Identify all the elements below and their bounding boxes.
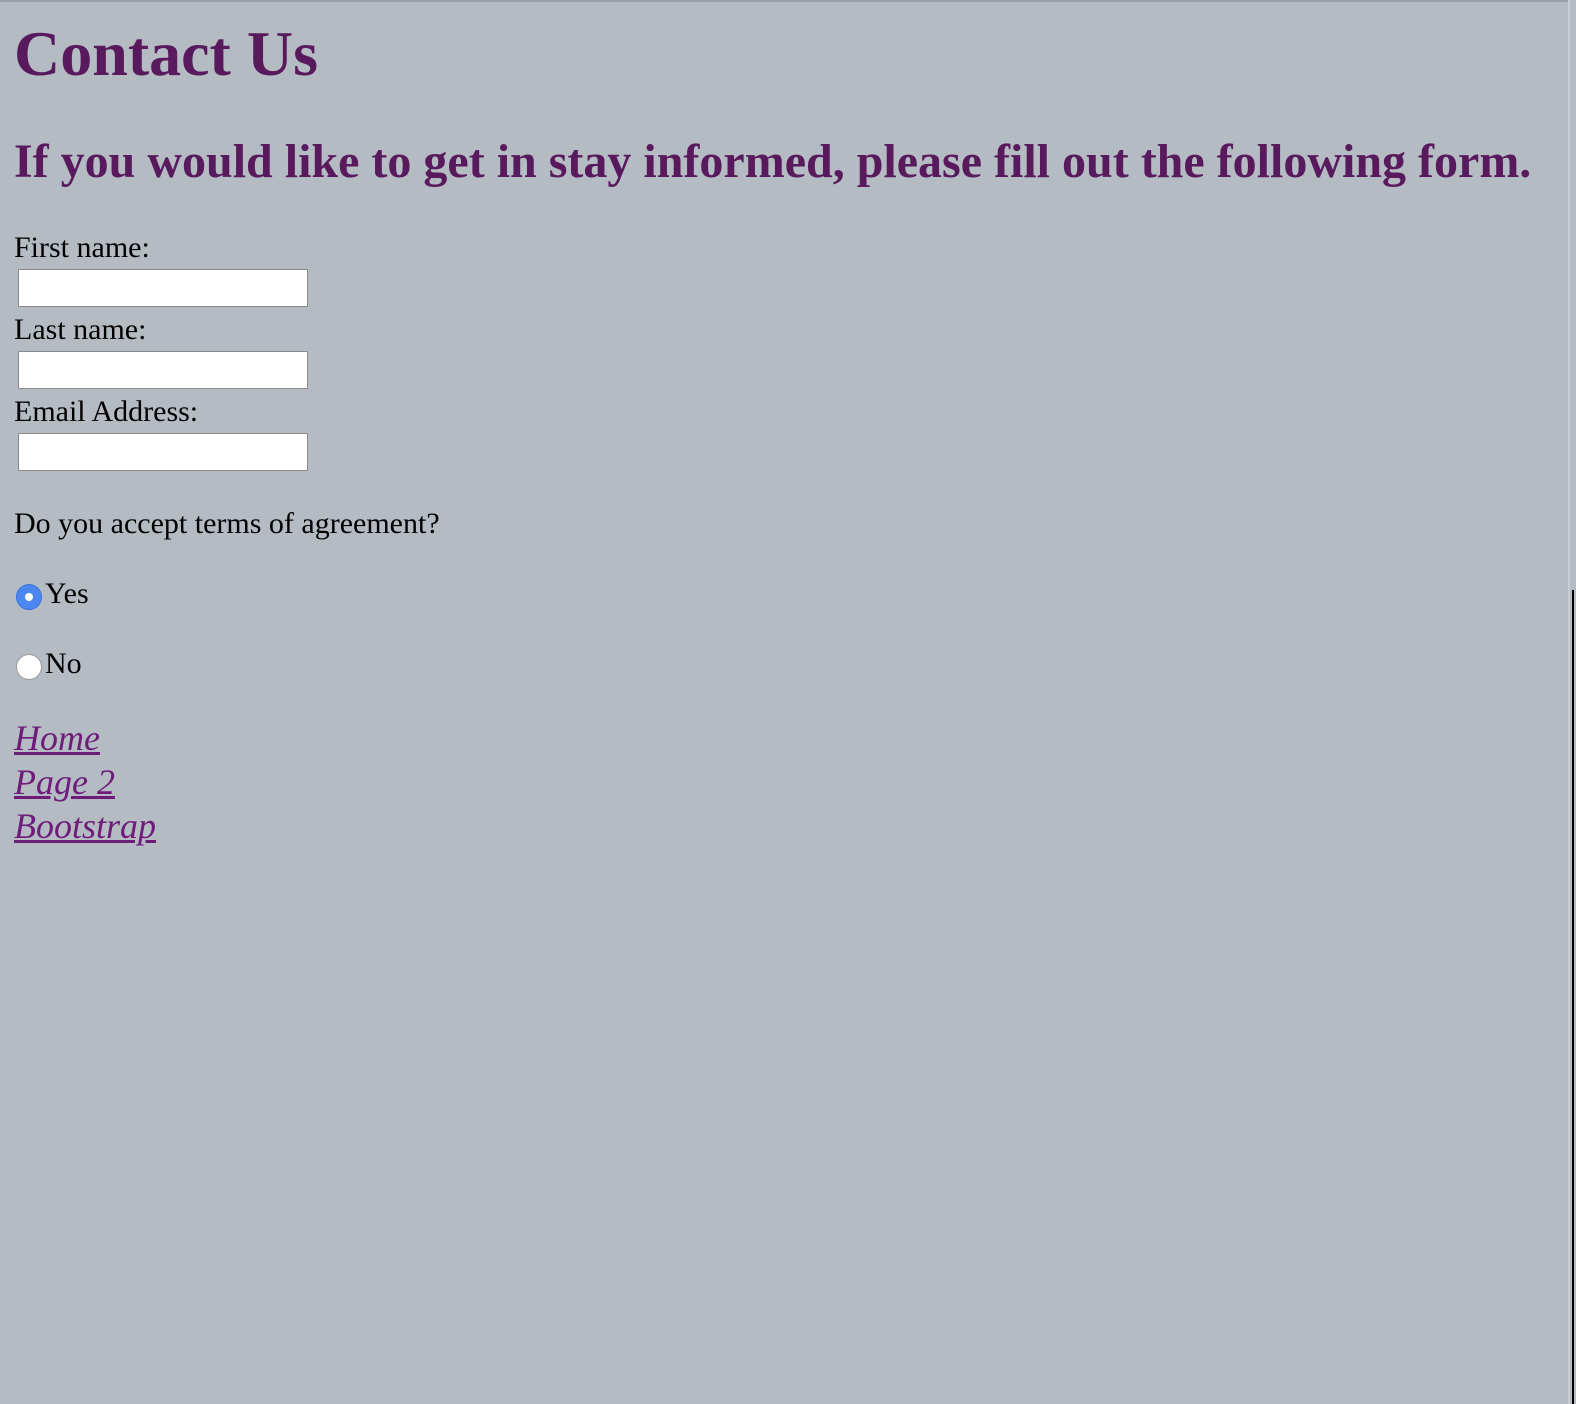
last-name-input[interactable] — [18, 351, 308, 389]
first-name-label: First name: — [14, 231, 150, 264]
nav-link-page-2[interactable]: Page 2 — [14, 760, 115, 804]
last-name-label: Last name: — [14, 313, 147, 346]
email-input[interactable] — [18, 433, 308, 471]
radio-yes[interactable] — [16, 584, 42, 610]
terms-option-no[interactable]: No — [14, 646, 82, 682]
first-name-input[interactable] — [18, 269, 308, 307]
radio-no-label: No — [45, 647, 82, 680]
radio-yes-label: Yes — [45, 577, 89, 610]
radio-no[interactable] — [16, 654, 42, 680]
email-label: Email Address: — [14, 395, 199, 428]
window-top-border — [0, 0, 1576, 2]
window-right-border — [1568, 0, 1576, 1404]
nav-link-home[interactable]: Home — [14, 716, 100, 760]
nav-link-bootstrap[interactable]: Bootstrap — [14, 804, 156, 848]
page-title: Contact Us — [14, 18, 318, 89]
terms-question: Do you accept terms of agreement? — [14, 507, 440, 540]
page-subtitle: If you would like to get in stay informe… — [14, 135, 1532, 188]
terms-option-yes[interactable]: Yes — [14, 576, 89, 612]
